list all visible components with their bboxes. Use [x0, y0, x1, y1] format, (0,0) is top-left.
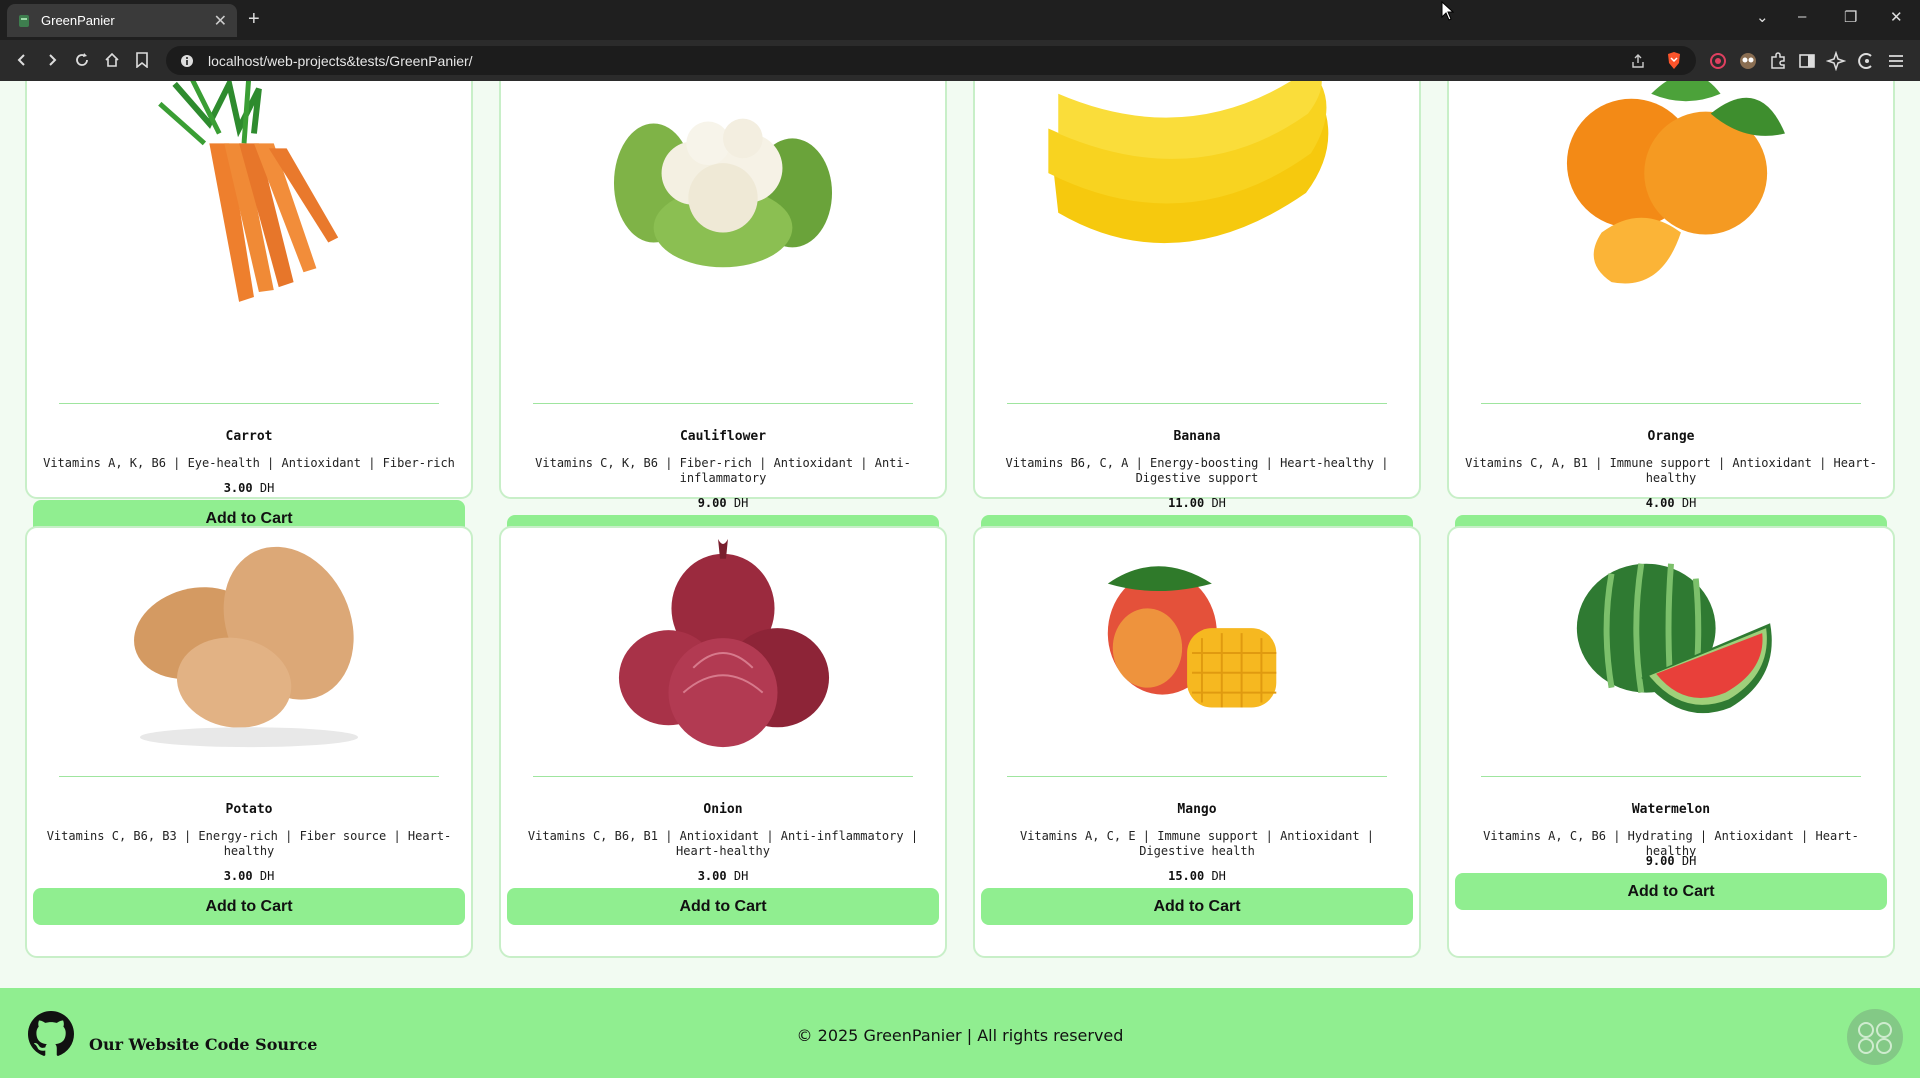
- product-price: 3.00 DH: [697, 869, 749, 883]
- add-to-cart-button[interactable]: Add to Cart: [507, 888, 939, 925]
- page-content: Carrot Vitamins A, K, B6 | Eye-health | …: [0, 81, 1920, 1078]
- carrot-image: [158, 81, 339, 302]
- browser-toolbar: localhost/web-projects&tests/GreenPanier…: [0, 40, 1920, 81]
- home-icon[interactable]: [102, 50, 122, 70]
- product-card-watermelon: Watermelon Vitamins A, C, B6 | Hydrating…: [1447, 526, 1895, 958]
- banana-image: [1048, 81, 1329, 244]
- address-bar[interactable]: localhost/web-projects&tests/GreenPanier…: [166, 46, 1696, 75]
- product-description: Vitamins C, B6, B1 | Antioxidant | Anti-…: [527, 829, 919, 858]
- close-window-icon[interactable]: ✕: [1890, 8, 1903, 26]
- product-price: 3.00 DH: [223, 869, 275, 883]
- wallet-icon[interactable]: [1856, 51, 1876, 71]
- potato-image: [134, 546, 359, 748]
- extensions-puzzle-icon[interactable]: [1768, 51, 1788, 71]
- menu-hamburger-icon[interactable]: [1886, 51, 1906, 71]
- product-name: Banana: [1173, 429, 1221, 444]
- url-text: localhost/web-projects&tests/GreenPanier…: [208, 52, 473, 69]
- browser-tab[interactable]: GreenPanier ✕: [7, 4, 237, 37]
- site-footer: Our Website Code Source © 2025 GreenPani…: [0, 988, 1920, 1078]
- card-separator: [59, 403, 439, 404]
- card-separator: [533, 403, 913, 404]
- minimize-icon[interactable]: –: [1798, 8, 1806, 25]
- owl-extension-icon[interactable]: [1738, 51, 1758, 71]
- product-card-mango: Mango Vitamins A, C, E | Immune support …: [973, 526, 1421, 958]
- card-separator: [1481, 776, 1861, 777]
- product-price: 9.00 DH: [697, 496, 749, 510]
- card-separator: [1007, 403, 1387, 404]
- add-to-cart-button[interactable]: Add to Cart: [1455, 873, 1887, 910]
- mango-image: [1107, 566, 1277, 708]
- tab-list-chevron-icon[interactable]: ⌄: [1756, 8, 1769, 26]
- product-name: Onion: [703, 802, 743, 817]
- sidebar-toggle-icon[interactable]: [1797, 51, 1817, 71]
- forward-icon[interactable]: [42, 50, 62, 70]
- copyright-text: © 2025 GreenPanier | All rights reserved: [796, 1026, 1124, 1045]
- product-name: Watermelon: [1631, 802, 1711, 817]
- mouse-cursor-icon: [1441, 1, 1455, 21]
- product-card-banana: Banana Vitamins B6, C, A | Energy-boosti…: [973, 81, 1421, 552]
- product-name: Carrot: [225, 429, 273, 444]
- product-price: 9.00 DH: [1645, 854, 1697, 868]
- tab-title: GreenPanier: [41, 13, 115, 28]
- brave-shields-icon[interactable]: [1666, 51, 1682, 70]
- floating-widget-icon[interactable]: [1846, 1008, 1904, 1066]
- add-to-cart-button[interactable]: Add to Cart: [981, 888, 1413, 925]
- card-separator: [533, 776, 913, 777]
- close-tab-icon[interactable]: ✕: [214, 11, 227, 31]
- restore-icon[interactable]: ❐: [1844, 8, 1857, 26]
- orange-image: [1566, 81, 1785, 284]
- product-card-onion: Onion Vitamins C, B6, B1 | Antioxidant |…: [499, 526, 947, 958]
- product-description: Vitamins A, K, B6 | Eye-health | Antioxi…: [43, 456, 455, 470]
- product-price: 15.00 DH: [1168, 869, 1226, 883]
- cauliflower-image: [613, 118, 833, 268]
- record-extension-icon[interactable]: [1708, 51, 1728, 71]
- product-name: Potato: [225, 802, 273, 817]
- card-separator: [1007, 776, 1387, 777]
- product-price: 3.00 DH: [223, 481, 275, 495]
- card-separator: [1481, 403, 1861, 404]
- product-card-orange: Orange Vitamins C, A, B1 | Immune suppor…: [1447, 81, 1895, 552]
- back-icon[interactable]: [12, 50, 32, 70]
- share-icon[interactable]: [1630, 53, 1646, 69]
- product-description: Vitamins C, A, B1 | Immune support | Ant…: [1465, 456, 1877, 485]
- add-to-cart-button[interactable]: Add to Cart: [33, 888, 465, 925]
- reload-icon[interactable]: [72, 50, 92, 70]
- new-tab-icon[interactable]: +: [248, 8, 260, 31]
- product-price: 4.00 DH: [1645, 496, 1697, 510]
- onion-image: [618, 538, 830, 748]
- product-description: Vitamins A, C, E | Immune support | Anti…: [1019, 829, 1374, 858]
- product-description: Vitamins C, K, B6 | Fiber-rich | Antioxi…: [535, 456, 911, 485]
- product-name: Cauliflower: [679, 429, 767, 444]
- product-description: Vitamins B6, C, A | Energy-boosting | He…: [1005, 456, 1389, 485]
- product-name: Mango: [1177, 802, 1217, 817]
- product-description: Vitamins C, B6, B3 | Energy-rich | Fiber…: [46, 829, 452, 858]
- browser-tab-bar: GreenPanier ✕ + ⌄ – ❐ ✕: [0, 0, 1920, 40]
- product-price: 11.00 DH: [1168, 496, 1226, 510]
- bookmark-icon[interactable]: [132, 50, 152, 70]
- product-card-carrot: Carrot Vitamins A, K, B6 | Eye-health | …: [25, 81, 473, 537]
- leo-ai-icon[interactable]: [1826, 51, 1846, 71]
- product-card-potato: Potato Vitamins C, B6, B3 | Energy-rich …: [25, 526, 473, 958]
- product-card-cauliflower: Cauliflower Vitamins C, K, B6 | Fiber-ri…: [499, 81, 947, 552]
- greenpanier-favicon-icon: [19, 14, 29, 27]
- product-name: Orange: [1647, 429, 1695, 444]
- card-separator: [59, 776, 439, 777]
- watermelon-image: [1576, 563, 1772, 714]
- site-info-icon[interactable]: [180, 54, 194, 68]
